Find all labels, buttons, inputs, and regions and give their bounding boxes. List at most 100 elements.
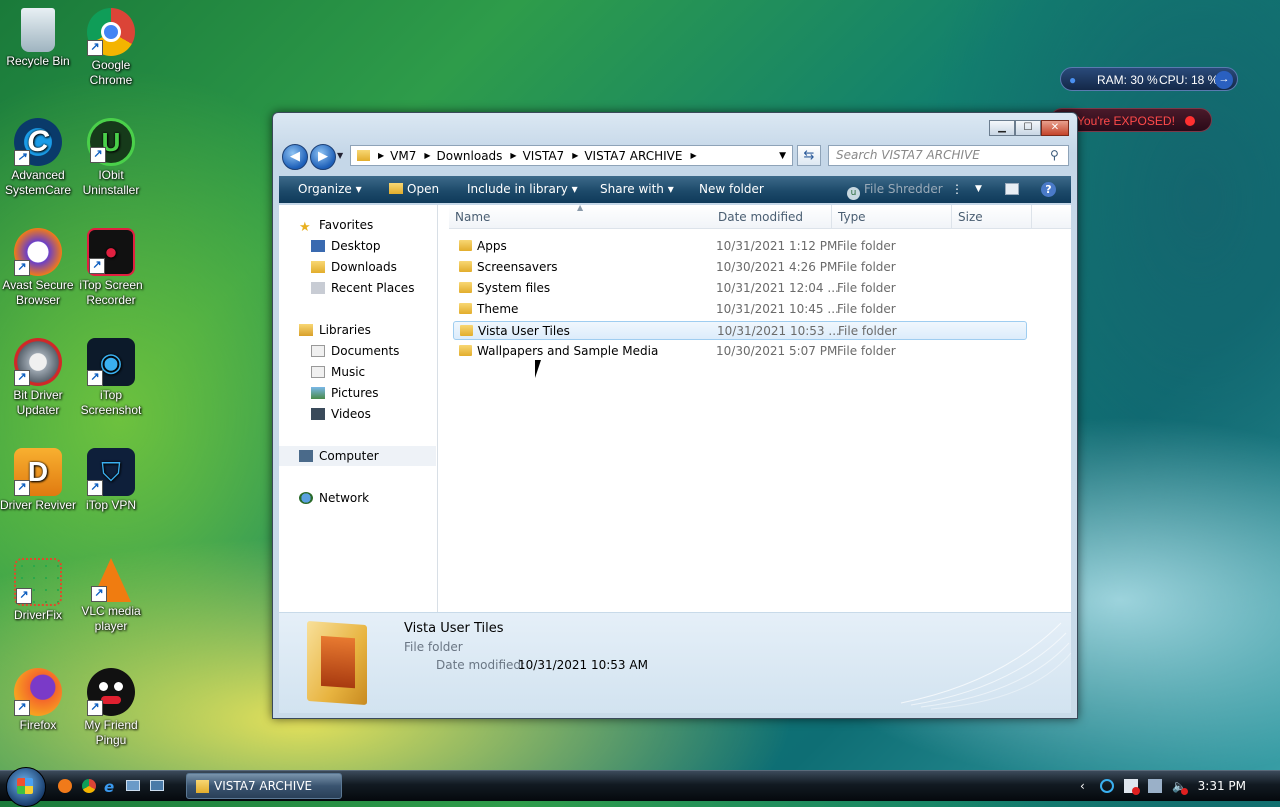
desktop-icon-itop-vpn[interactable]: ⛉ ↗ iTop VPN <box>73 448 149 513</box>
desktop-icon-itop-screenshot[interactable]: ◉ ↗ iTop Screenshot <box>73 338 149 418</box>
file-row-apps[interactable]: Apps 10/31/2021 1:12 PM File folder <box>453 237 1027 256</box>
taskbar-button-vista7-archive[interactable]: VISTA7 ARCHIVE <box>186 773 342 799</box>
desktop-icon-recycle-bin[interactable]: Recycle Bin <box>0 8 76 69</box>
decorative-swoosh <box>900 622 1071 710</box>
breadcrumb-downloads[interactable]: Downloads <box>437 149 503 163</box>
folder-icon <box>459 240 472 251</box>
file-row-system-files[interactable]: System files 10/31/2021 12:04 ... File fol… <box>453 279 1027 298</box>
address-dropdown-icon[interactable]: ▼ <box>779 151 786 161</box>
file-row-screensavers[interactable]: Screensavers 10/30/2021 4:26 PM File folde… <box>453 258 1027 277</box>
column-header-size[interactable]: Size <box>952 205 1032 229</box>
chrome-icon: ↗ <box>87 8 135 56</box>
quicklaunch-show-desktop-icon[interactable] <box>126 780 140 791</box>
chevron-right-icon[interactable]: ▶ <box>572 151 578 160</box>
file-row-wallpapers[interactable]: Wallpapers and Sample Media 10/30/2021 5:… <box>453 342 1027 361</box>
file-row-vista-user-tiles[interactable]: Vista User Tiles 10/31/2021 10:53 ... File… <box>453 321 1027 340</box>
microphone-icon: ● <box>1069 73 1077 87</box>
ram-usage: RAM: 30 % <box>1097 73 1158 87</box>
include-in-library-menu[interactable]: Include in library ▾ <box>467 176 578 203</box>
forward-button[interactable]: ▶ <box>310 144 336 170</box>
tray-expand-icon[interactable]: ‹ <box>1080 771 1085 801</box>
nav-downloads[interactable]: Downloads <box>311 257 397 277</box>
desktop-icon-bit-driver-updater[interactable]: ↗ Bit Driver Updater <box>0 338 76 418</box>
back-button[interactable]: ◀ <box>282 144 308 170</box>
view-options-icon[interactable]: ⋮ <box>951 176 963 203</box>
open-button[interactable]: Open <box>389 176 439 203</box>
nav-recent-places[interactable]: Recent Places <box>311 278 414 298</box>
tray-network-icon[interactable] <box>1148 779 1162 793</box>
column-header-date-modified[interactable]: Date modified <box>712 205 832 229</box>
tray-iobit-icon[interactable] <box>1100 779 1114 793</box>
share-with-menu[interactable]: Share with ▾ <box>600 176 674 203</box>
desktop-icon-my-friend-pingu[interactable]: ↗ My Friend Pingu <box>73 668 149 748</box>
desktop-icon-label: Firefox <box>19 718 57 732</box>
desktop-icon-label: iTop Screen Recorder <box>79 278 143 307</box>
file-row-theme[interactable]: Theme 10/31/2021 10:45 ... File folder <box>453 300 1027 319</box>
column-header-type[interactable]: Type <box>832 205 952 229</box>
desktop-icon-vlc-media-player[interactable]: ↗ VLC media player <box>73 558 149 634</box>
breadcrumb-vm7[interactable]: VM7 <box>390 149 416 163</box>
close-button[interactable]: ✕ <box>1041 120 1069 136</box>
address-bar[interactable]: ▶ VM7 ▶ Downloads ▶ VISTA7 ▶ VISTA7 ARCH… <box>350 145 793 166</box>
network-icon <box>299 492 313 504</box>
bit-driver-updater-icon: ↗ <box>14 338 62 386</box>
chevron-right-icon[interactable]: ▶ <box>690 151 696 160</box>
desktop-icon-driverfix[interactable]: ↗ DriverFix <box>0 558 76 623</box>
organize-menu[interactable]: Organize ▾ <box>298 176 362 203</box>
desktop-icon-firefox[interactable]: ↗ Firefox <box>0 668 76 733</box>
breadcrumb-vista7-archive[interactable]: VISTA7 ARCHIVE <box>584 149 682 163</box>
quicklaunch-switch-windows-icon[interactable] <box>150 780 164 791</box>
start-button[interactable] <box>6 767 46 807</box>
refresh-button[interactable]: ⇆ <box>797 145 821 166</box>
minimize-button[interactable]: ▁ <box>989 120 1015 136</box>
shortcut-arrow-icon: ↗ <box>14 260 30 276</box>
desktop-icon-label: Recycle Bin <box>6 54 70 68</box>
desktop-icon-iobit-uninstaller[interactable]: U ↗ IObit Uninstaller <box>73 118 149 198</box>
help-icon[interactable]: ? <box>1041 182 1056 197</box>
desktop-icon-driver-reviver[interactable]: D ↗ Driver Reviver <box>0 448 76 513</box>
folder-icon <box>459 261 472 272</box>
recent-pages-dropdown[interactable]: ▼ <box>337 151 343 160</box>
search-input[interactable]: Search VISTA7 ARCHIVE <box>828 145 1069 166</box>
file-shredder-button[interactable]: u File Shredder <box>847 176 943 203</box>
exposed-text: You're EXPOSED! <box>1077 114 1175 128</box>
nav-pictures[interactable]: Pictures <box>311 383 379 403</box>
maximize-button[interactable]: ☐ <box>1015 120 1041 136</box>
tray-flag-icon[interactable] <box>1124 779 1140 795</box>
nav-network[interactable]: Network <box>299 488 369 508</box>
quicklaunch-ie-icon[interactable]: e <box>104 778 114 796</box>
shortcut-arrow-icon: ↗ <box>87 480 103 496</box>
view-dropdown-icon[interactable]: ▼ <box>975 176 982 203</box>
system-monitor-gadget[interactable]: ● RAM: 30 % CPU: 18 % → <box>1060 67 1238 91</box>
desktop-icon-label: Advanced SystemCare <box>4 168 72 197</box>
explorer-window[interactable]: ▁ ☐ ✕ ◀ ▶ ▼ ▶ VM7 ▶ Downloads ▶ VISTA7 ▶… <box>272 112 1078 719</box>
search-icon[interactable]: ⚲ <box>1050 148 1059 162</box>
chevron-right-icon[interactable]: ▶ <box>378 151 384 160</box>
recent-places-icon <box>311 282 325 294</box>
open-folder-icon <box>389 183 403 194</box>
nav-documents[interactable]: Documents <box>311 341 399 361</box>
nav-computer[interactable]: Computer <box>279 446 436 466</box>
preview-pane-icon[interactable] <box>1005 183 1019 195</box>
desktop-icon-advanced-systemcare[interactable]: C ↗ Advanced SystemCare <box>0 118 76 198</box>
desktop-icon-itop-screen-recorder[interactable]: ● ↗ iTop Screen Recorder <box>73 228 149 308</box>
nav-libraries[interactable]: Libraries <box>299 320 371 340</box>
breadcrumb-vista7[interactable]: VISTA7 <box>523 149 565 163</box>
nav-favorites[interactable]: ★ Favorites <box>299 215 373 235</box>
chevron-right-icon[interactable]: ▶ <box>424 151 430 160</box>
arrow-right-icon[interactable]: → <box>1215 71 1233 89</box>
taskbar-clock[interactable]: 3:31 PM <box>1198 771 1246 801</box>
nav-music[interactable]: Music <box>311 362 365 382</box>
tray-volume-muted-icon[interactable]: 🔈 <box>1172 779 1188 795</box>
desktop-icon-avast-secure-browser[interactable]: ↗ Avast Secure Browser <box>0 228 76 308</box>
quicklaunch-avast-icon[interactable] <box>58 779 72 793</box>
column-header-name[interactable]: Name ▲ <box>449 203 713 229</box>
cpu-usage: CPU: 18 % <box>1159 73 1219 87</box>
quicklaunch-chrome-icon[interactable] <box>82 779 96 793</box>
new-folder-button[interactable]: New folder <box>699 176 764 203</box>
chevron-right-icon[interactable]: ▶ <box>510 151 516 160</box>
nav-desktop[interactable]: Desktop <box>311 236 381 256</box>
downloads-icon <box>311 261 325 273</box>
desktop-icon-google-chrome[interactable]: ↗ Google Chrome <box>73 8 149 88</box>
nav-videos[interactable]: Videos <box>311 404 371 424</box>
